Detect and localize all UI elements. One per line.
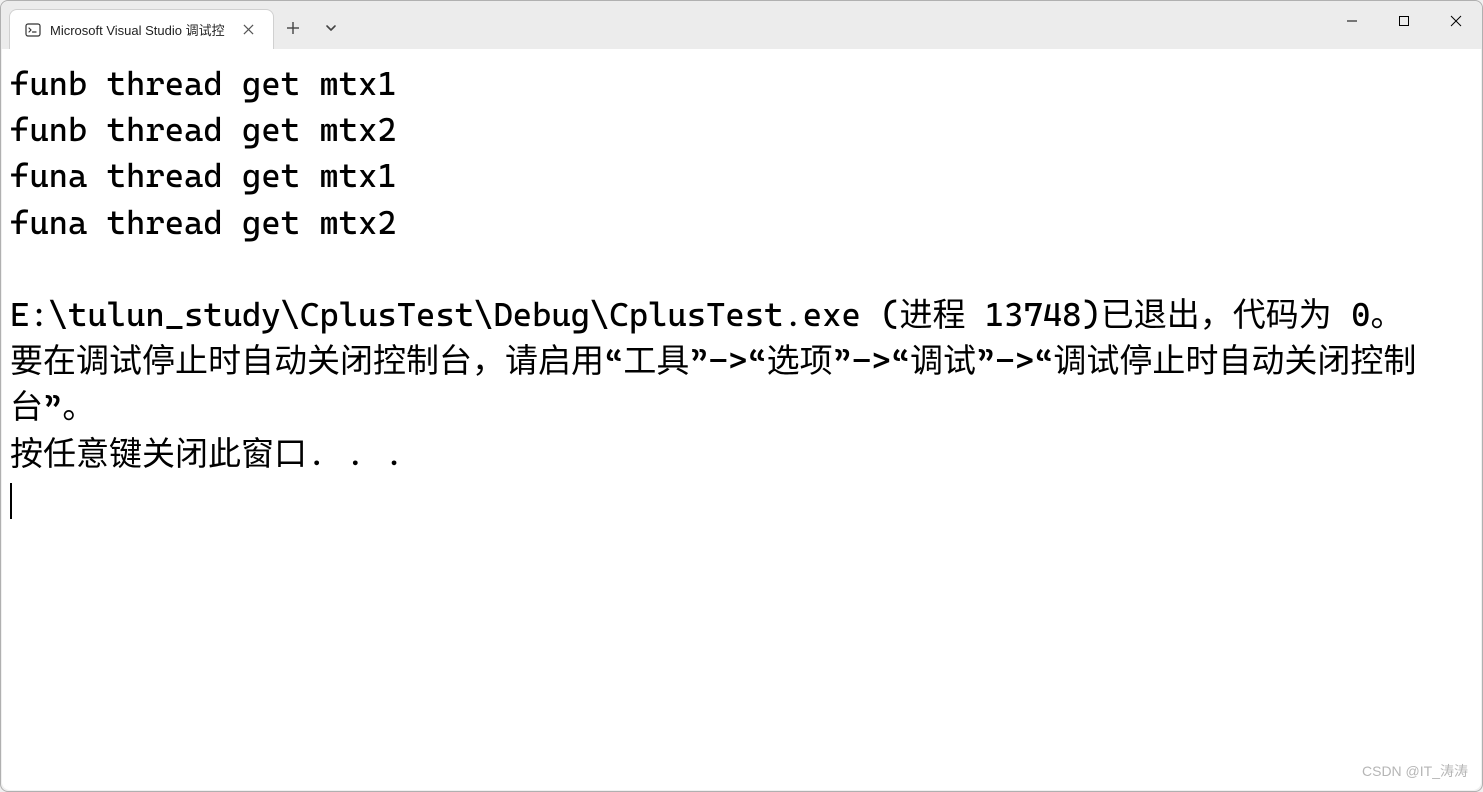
terminal-icon xyxy=(24,21,42,39)
tab-strip: Microsoft Visual Studio 调试控 xyxy=(1,1,274,49)
text-cursor xyxy=(10,483,12,519)
tab-active[interactable]: Microsoft Visual Studio 调试控 xyxy=(9,9,274,49)
maximize-button[interactable] xyxy=(1378,1,1430,41)
console-output: funb thread get mtx1 funb thread get mtx… xyxy=(10,61,1473,523)
minimize-button[interactable] xyxy=(1326,1,1378,41)
terminal-content[interactable]: funb thread get mtx1 funb thread get mtx… xyxy=(2,49,1481,790)
tab-actions xyxy=(274,1,350,49)
tab-close-button[interactable] xyxy=(239,20,259,40)
window-controls xyxy=(1326,1,1482,41)
watermark: CSDN @IT_涛涛 xyxy=(1362,761,1468,781)
tab-title: Microsoft Visual Studio 调试控 xyxy=(50,20,225,39)
new-tab-button[interactable] xyxy=(274,9,312,47)
close-button[interactable] xyxy=(1430,1,1482,41)
tab-dropdown-button[interactable] xyxy=(312,9,350,47)
titlebar: Microsoft Visual Studio 调试控 xyxy=(1,1,1482,49)
